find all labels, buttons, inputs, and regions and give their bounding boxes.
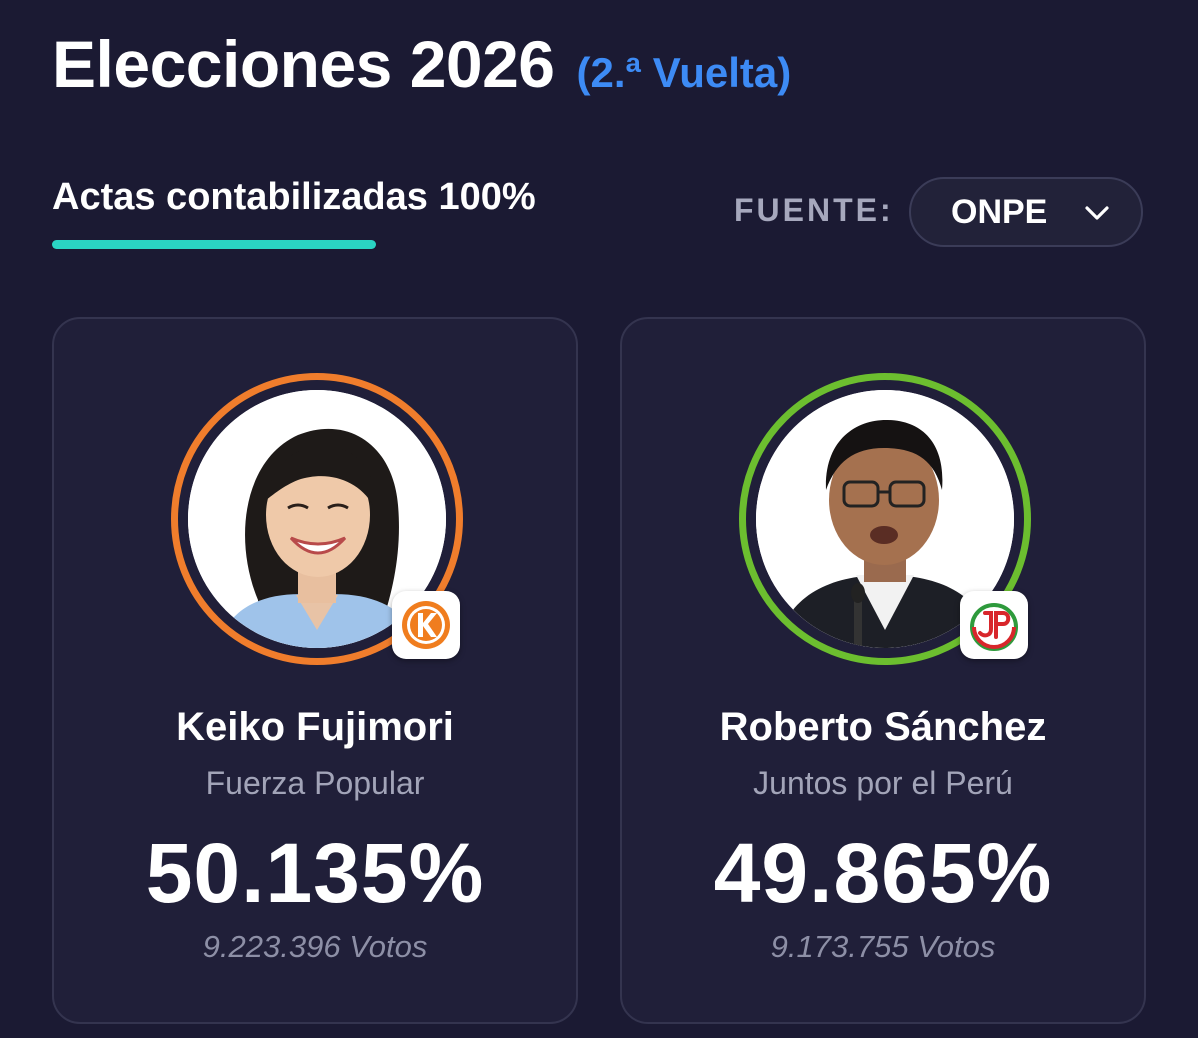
tab-active-indicator — [52, 240, 376, 249]
candidate-votes: 9.173.755 Votos — [770, 929, 996, 964]
round-label: (2.ª Vuelta) — [576, 49, 792, 96]
tab-actas-contabilizadas[interactable]: Actas contabilizadas 100% — [52, 176, 536, 219]
chevron-down-icon — [1083, 199, 1111, 227]
juntos-por-el-peru-logo — [960, 591, 1028, 659]
election-results-page: Elecciones 2026 (2.ª Vuelta) Actas conta… — [0, 0, 1198, 1038]
candidate-votes: 9.223.396 Votos — [202, 929, 428, 964]
candidate-percentage: 50.135% — [145, 826, 485, 920]
candidate-name: Keiko Fujimori — [176, 705, 454, 749]
source-selected-value: ONPE — [951, 192, 1048, 231]
candidate-party: Fuerza Popular — [205, 765, 425, 801]
source-label: FUENTE: — [734, 192, 894, 228]
candidate-name: Roberto Sánchez — [719, 705, 1047, 749]
candidate-card-sanchez[interactable]: Roberto Sánchez Juntos por el Perú 49.86… — [620, 317, 1146, 1024]
page-header: Elecciones 2026 (2.ª Vuelta) — [52, 26, 791, 102]
fuerza-popular-logo — [392, 591, 460, 659]
candidate-party: Juntos por el Perú — [753, 765, 1013, 801]
candidate-card-fujimori[interactable]: Keiko Fujimori Fuerza Popular 50.135% 9.… — [52, 317, 578, 1024]
source-dropdown[interactable]: ONPE — [909, 177, 1143, 247]
page-title: Elecciones 2026 — [52, 27, 555, 101]
candidate-percentage: 49.865% — [713, 826, 1053, 920]
